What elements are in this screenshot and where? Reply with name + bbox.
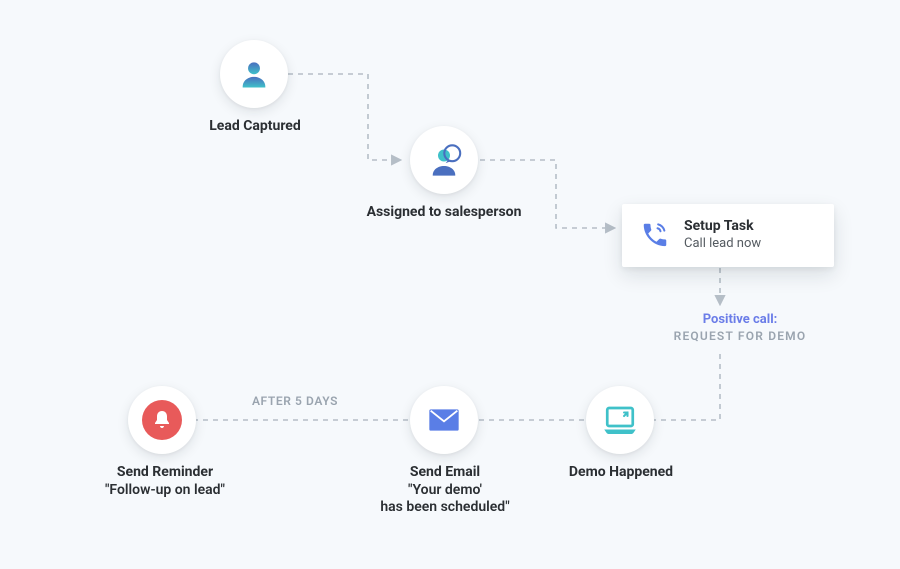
label-send-email-l1: Send Email xyxy=(410,464,480,480)
node-demo-happened xyxy=(586,386,654,454)
user-icon xyxy=(237,57,271,91)
node-send-reminder xyxy=(128,386,196,454)
edge-after-5-days: AFTER 5 DAYS xyxy=(240,394,350,408)
label-send-reminder-l2: "Follow-up on lead" xyxy=(90,482,240,500)
label-send-email: Send Email "Your demo' has been schedule… xyxy=(370,464,520,517)
edge-positive-call-title: Positive call: xyxy=(660,312,820,327)
card-setup-task: Setup Task Call lead now xyxy=(622,204,834,267)
label-lead-captured: Lead Captured xyxy=(200,118,310,136)
label-send-email-l3: has been scheduled" xyxy=(370,499,520,517)
label-send-reminder: Send Reminder "Follow-up on lead" xyxy=(90,464,240,499)
mail-icon xyxy=(428,408,460,432)
label-send-email-l2: "Your demo' xyxy=(370,482,520,500)
workflow-diagram: Lead Captured Assigned to salesperson Se… xyxy=(0,0,900,569)
node-assigned xyxy=(410,126,478,194)
phone-ringing-icon xyxy=(640,220,670,250)
edge-positive-call-sub: REQUEST FOR DEMO xyxy=(660,329,820,343)
user-chat-icon xyxy=(426,142,462,178)
label-send-reminder-l1: Send Reminder xyxy=(117,464,213,480)
card-subtitle: Call lead now xyxy=(684,236,761,251)
label-demo-happened: Demo Happened xyxy=(565,464,677,482)
node-lead-captured xyxy=(220,40,288,108)
node-send-email xyxy=(410,386,478,454)
laptop-icon xyxy=(602,405,638,435)
edge-positive-call: Positive call: REQUEST FOR DEMO xyxy=(660,312,820,343)
label-assigned: Assigned to salesperson xyxy=(360,204,528,222)
card-title: Setup Task xyxy=(684,218,761,234)
bell-icon xyxy=(152,409,172,431)
